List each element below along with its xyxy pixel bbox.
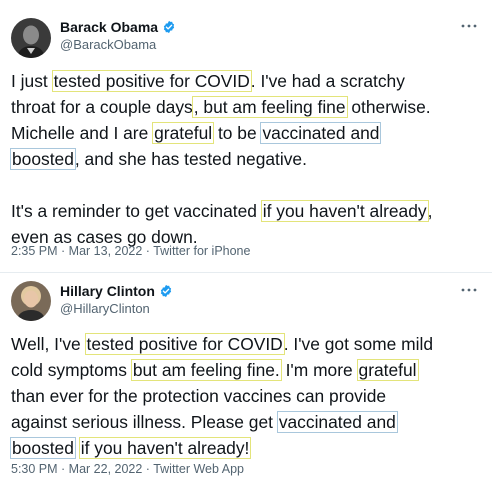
- author-row: Barack Obama: [60, 19, 176, 35]
- more-horizontal-icon[interactable]: [460, 17, 478, 35]
- text-segment: I'm more: [280, 360, 358, 380]
- avatar[interactable]: [11, 281, 51, 321]
- tweet-text: Well, I've tested positive for COVID. I'…: [10, 331, 481, 461]
- highlighted-phrase: vaccinated and: [276, 411, 398, 433]
- highlighted-phrase: grateful: [356, 359, 419, 381]
- tweet-line: throat for a couple days, but am feeling…: [11, 94, 481, 120]
- text-segment: to be: [213, 123, 262, 143]
- text-segment: cold symptoms: [11, 360, 132, 380]
- highlighted-phrase: tested positive for COVID: [84, 333, 285, 355]
- tweet-line: boosted, and she has tested negative.: [10, 146, 481, 172]
- tweet-line: Michelle and I are grateful to be vaccin…: [11, 120, 481, 146]
- highlighted-phrase: if you haven't already: [260, 200, 429, 222]
- text-segment: Well, I've: [11, 334, 86, 354]
- highlighted-phrase: if you haven't already!: [78, 437, 252, 459]
- verified-badge-icon: [160, 284, 172, 298]
- text-segment: . I've got some mild: [283, 334, 433, 354]
- highlighted-phrase: grateful: [152, 122, 215, 144]
- text-segment: . I've had a scratchy: [250, 71, 405, 91]
- text-segment: than ever for the protection vaccines ca…: [11, 386, 387, 406]
- highlighted-phrase: tested positive for COVID: [51, 70, 252, 92]
- tweet-line: cold symptoms but am feeling fine. I'm m…: [11, 357, 481, 383]
- author-handle[interactable]: @BarackObama: [60, 37, 156, 52]
- author-name[interactable]: Barack Obama: [60, 19, 158, 35]
- tweet-line: boosted if you haven't already!: [10, 435, 481, 461]
- highlighted-phrase: boosted: [10, 148, 76, 170]
- text-segment: against serious illness. Please get: [11, 412, 278, 432]
- tweet-text: I just tested positive for COVID. I've h…: [10, 68, 481, 250]
- avatar[interactable]: [11, 18, 51, 58]
- tweet-line: Well, I've tested positive for COVID. I'…: [11, 331, 481, 357]
- text-segment: ,: [427, 201, 433, 221]
- text-segment: , and she has tested negative.: [74, 149, 307, 169]
- tweet-line: than ever for the protection vaccines ca…: [11, 383, 481, 409]
- text-segment: I just: [11, 71, 53, 91]
- tweet-line: It's a reminder to get vaccinated if you…: [11, 198, 481, 224]
- tweet-line: against serious illness. Please get vacc…: [11, 409, 481, 435]
- author-name[interactable]: Hillary Clinton: [60, 283, 155, 299]
- verified-badge-icon: [163, 20, 175, 34]
- tweet-timestamp[interactable]: 5:30 PM · Mar 22, 2022 · Twitter Web App: [11, 462, 244, 476]
- tweet-obama[interactable]: Barack Obama @BarackObama I just tested …: [0, 0, 492, 272]
- more-horizontal-icon[interactable]: [460, 281, 478, 299]
- tweet-line: I just tested positive for COVID. I've h…: [11, 68, 481, 94]
- highlighted-phrase: vaccinated and: [260, 122, 382, 144]
- text-segment: otherwise.: [346, 97, 431, 117]
- author-handle[interactable]: @HillaryClinton: [60, 301, 150, 316]
- text-segment: throat for a couple days: [11, 97, 193, 117]
- tweet-timestamp[interactable]: 2:35 PM · Mar 13, 2022 · Twitter for iPh…: [11, 244, 250, 258]
- highlighted-phrase: , but am feeling fine: [191, 96, 348, 118]
- text-segment: It's a reminder to get vaccinated: [11, 201, 262, 221]
- highlighted-phrase: but am feeling fine.: [130, 359, 282, 381]
- highlighted-phrase: boosted: [10, 437, 76, 459]
- tweet-line: [11, 172, 481, 198]
- tweet-clinton[interactable]: Hillary Clinton @HillaryClinton Well, I'…: [0, 272, 492, 501]
- author-row: Hillary Clinton: [60, 283, 173, 299]
- text-segment: Michelle and I are: [11, 123, 154, 143]
